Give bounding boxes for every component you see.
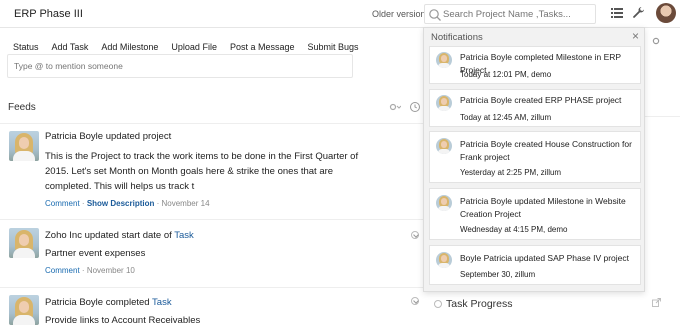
action-tabs: Status Add Task Add Milestone Upload Fil… [13,42,372,52]
feed-divider [0,219,424,220]
mention-input[interactable] [14,59,344,73]
feed-action: updated start date of [84,230,172,241]
feed-heading: Patricia Boyle completed Task [45,297,172,308]
feed-meta: Comment · November 10 [45,266,135,275]
notifications-panel: Notifications × Patricia Boyle completed… [423,27,645,292]
tab-post-message[interactable]: Post a Message [230,42,295,52]
feed-description: This is the Project to track the work it… [45,149,375,194]
older-version-link[interactable]: Older version [372,9,426,19]
feed-description-line: This is the Project to track the work it… [45,151,359,162]
project-title[interactable]: ERP Phase III [14,8,83,20]
feed-description-line: 2015. Let's set Month on Month goals her… [45,166,334,177]
notification-avatar [436,52,452,68]
notification-avatar [436,252,452,268]
feed-task-link[interactable]: Task [174,230,194,241]
notification-avatar [436,195,452,211]
feed-task-title[interactable]: Provide links to Account Receivables [45,313,375,328]
list-view-icon[interactable] [611,7,623,19]
notification-time: Today at 12:01 PM, demo [460,70,552,79]
task-progress-toggle-icon[interactable] [434,300,442,308]
feed-author[interactable]: Zoho Inc [45,230,82,241]
feed-avatar[interactable] [9,228,39,258]
feed-divider [0,123,424,124]
feed-task-link[interactable]: Task [152,297,172,308]
search-icon [429,9,441,21]
close-icon[interactable]: × [632,29,639,43]
task-progress-title[interactable]: Task Progress [446,298,513,310]
notification-item[interactable]: Patricia Boyle created House Constructio… [429,131,641,183]
feed-author[interactable]: Patricia Boyle [45,131,103,142]
feed-date: November 14 [161,199,210,208]
comment-link[interactable]: Comment [45,199,80,208]
collapse-icon[interactable] [411,231,419,239]
search-box[interactable] [424,4,596,24]
feeds-title: Feeds [8,102,36,113]
feed-heading: Patricia Boyle updated project [45,131,171,142]
notification-item[interactable]: Boyle Patricia updated SAP Phase IV proj… [429,245,641,285]
notification-time: Yesterday at 2:25 PM, zillum [460,168,562,177]
comment-link[interactable]: Comment [45,266,80,275]
user-avatar[interactable] [656,3,676,23]
tab-upload-file[interactable]: Upload File [171,42,217,52]
search-input[interactable] [443,6,593,22]
tab-status[interactable]: Status [13,42,39,52]
feeds-settings-icon[interactable] [389,103,401,111]
feed-divider [0,287,424,288]
show-description-link[interactable]: Show Description [87,199,155,208]
notification-avatar [436,95,452,111]
notifications-title: Notifications [431,32,483,43]
feed-heading: Zoho Inc updated start date of Task [45,230,194,241]
feed-author[interactable]: Patricia Boyle [45,297,103,308]
notification-text: Patricia Boyle updated Milestone in Webs… [460,196,626,219]
notification-time: Wednesday at 4:15 PM, demo [460,225,568,234]
notification-item[interactable]: Patricia Boyle completed Milestone in ER… [429,46,641,84]
notification-time: Today at 12:45 AM, zillum [460,113,552,122]
feed-action: completed [105,297,150,308]
feed-description-line: completed. This will helps us track t [45,181,195,192]
mention-box[interactable] [7,54,353,78]
tab-submit-bugs[interactable]: Submit Bugs [308,42,359,52]
feed-task-title[interactable]: Partner event expenses [45,246,375,261]
feed-date: November 10 [86,266,135,275]
collapse-icon[interactable] [411,297,419,305]
panel-divider [645,116,680,117]
tab-add-milestone[interactable]: Add Milestone [101,42,158,52]
feed-action: updated project [105,131,172,142]
notification-text: Patricia Boyle created ERP PHASE project [460,95,622,105]
feed-avatar[interactable] [9,295,39,325]
panel-settings-icon[interactable] [652,37,660,45]
history-icon[interactable] [409,101,421,113]
notification-avatar [436,138,452,154]
notification-item[interactable]: Patricia Boyle updated Milestone in Webs… [429,188,641,240]
notification-time: September 30, zillum [460,270,536,279]
feed-avatar[interactable] [9,131,39,161]
expand-icon[interactable] [652,298,661,307]
feed-meta: Comment · Show Description · November 14 [45,199,210,208]
notification-text: Boyle Patricia updated SAP Phase IV proj… [460,253,629,263]
top-bar: ERP Phase III Older version [0,0,680,28]
tab-add-task[interactable]: Add Task [52,42,89,52]
wrench-icon[interactable] [632,6,645,19]
notification-text: Patricia Boyle created House Constructio… [460,139,632,162]
notification-item[interactable]: Patricia Boyle created ERP PHASE project… [429,89,641,127]
